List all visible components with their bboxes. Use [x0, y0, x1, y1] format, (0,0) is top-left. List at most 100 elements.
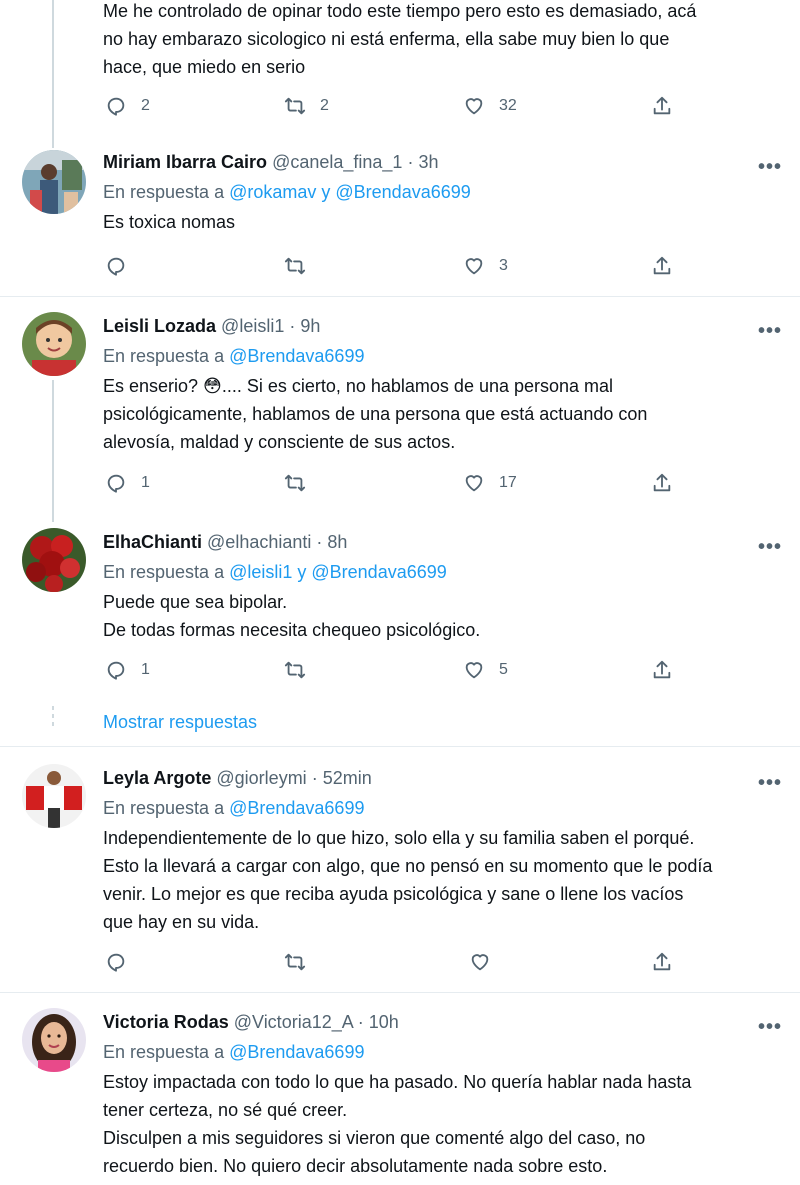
- tweet-actions: 1 17: [0, 471, 800, 495]
- reply-button[interactable]: 1: [105, 471, 150, 495]
- reply-count: 1: [141, 474, 150, 491]
- separator: ·: [407, 152, 414, 172]
- tweet-leisli[interactable]: Leisli Lozada @leisli1 · 9h ••• En respu…: [0, 312, 800, 512]
- tweet-header: Leyla Argote @giorleymi · 52min: [103, 767, 372, 789]
- show-replies-link[interactable]: Mostrar respuestas: [103, 711, 257, 733]
- separator: ·: [357, 1012, 364, 1032]
- share-button[interactable]: [651, 94, 673, 118]
- tweet-actions: 3: [0, 254, 800, 278]
- reply-mentions[interactable]: @leisli1 y @Brendava6699: [229, 562, 447, 582]
- tweet-header: ElhaChianti @elhachianti · 8h: [103, 531, 347, 553]
- share-icon: [653, 96, 671, 115]
- heart-icon: [465, 258, 483, 275]
- reply-mentions[interactable]: @rokamav y @Brendava6699: [229, 182, 471, 202]
- heart-icon: [465, 475, 483, 492]
- retweet-button[interactable]: [284, 471, 320, 495]
- retweet-icon: [284, 953, 306, 971]
- reply-mentions[interactable]: @Brendava6699: [229, 346, 364, 366]
- reply-button[interactable]: 2: [105, 94, 150, 118]
- display-name[interactable]: Leyla Argote: [103, 768, 211, 788]
- tweet-text: Es enserio? 😳.... Si es cierto, no habla…: [103, 376, 648, 452]
- separator: ·: [311, 768, 318, 788]
- timestamp[interactable]: 52min: [323, 768, 372, 788]
- avatar[interactable]: [22, 528, 86, 592]
- avatar[interactable]: [22, 764, 86, 828]
- tweet-header: Victoria Rodas @Victoria12_A · 10h: [103, 1011, 399, 1033]
- retweet-icon: [284, 257, 306, 275]
- display-name[interactable]: ElhaChianti: [103, 532, 202, 552]
- retweet-button[interactable]: 2: [284, 94, 329, 118]
- share-button[interactable]: [651, 254, 673, 278]
- like-button[interactable]: 5: [463, 658, 508, 682]
- tweet-text: Estoy impactada con todo lo que ha pasad…: [103, 1072, 692, 1176]
- reply-icon: [107, 661, 125, 680]
- like-button[interactable]: 17: [463, 471, 517, 495]
- avatar[interactable]: [22, 150, 86, 214]
- retweet-icon: [284, 474, 306, 492]
- user-handle[interactable]: @elhachianti: [207, 532, 311, 552]
- thread-dots: [52, 706, 54, 730]
- reply-icon: [107, 257, 125, 276]
- share-icon: [653, 952, 671, 971]
- avatar[interactable]: [22, 1008, 86, 1072]
- timestamp[interactable]: 3h: [418, 152, 438, 172]
- reply-icon: [107, 97, 125, 116]
- more-options-button[interactable]: •••: [758, 773, 782, 793]
- tweet-text: Independientemente de lo que hizo, solo …: [103, 828, 713, 932]
- user-handle[interactable]: @leisli1: [221, 316, 284, 336]
- user-handle[interactable]: @giorleymi: [216, 768, 306, 788]
- tweet-header: Leisli Lozada @leisli1 · 9h: [103, 315, 320, 337]
- thread-connector: [52, 380, 54, 522]
- reply-button[interactable]: 1: [105, 658, 150, 682]
- like-count: 3: [499, 257, 508, 274]
- reply-context: En respuesta a @leisli1 y @Brendava6699: [103, 562, 447, 582]
- separator: ·: [316, 532, 323, 552]
- user-handle[interactable]: @Victoria12_A: [234, 1012, 353, 1032]
- like-button[interactable]: 3: [463, 254, 508, 278]
- retweet-button[interactable]: [284, 950, 320, 974]
- reply-button[interactable]: [105, 254, 141, 278]
- like-button[interactable]: [469, 950, 505, 974]
- reply-mentions[interactable]: @Brendava6699: [229, 798, 364, 818]
- user-handle[interactable]: @canela_fina_1: [272, 152, 402, 172]
- separator: ·: [289, 316, 296, 336]
- tweet-miriam[interactable]: Miriam Ibarra Cairo @canela_fina_1 · 3h …: [0, 148, 800, 294]
- share-button[interactable]: [651, 471, 673, 495]
- share-icon: [653, 473, 671, 492]
- tweet-actions: 1 5: [0, 658, 800, 682]
- more-options-button[interactable]: •••: [758, 321, 782, 341]
- like-button[interactable]: 32: [463, 94, 517, 118]
- tweet-elhachianti[interactable]: ElhaChianti @elhachianti · 8h ••• En res…: [0, 528, 800, 698]
- like-count: 5: [499, 661, 508, 678]
- heart-icon: [465, 98, 483, 115]
- tweet-leyla[interactable]: Leyla Argote @giorleymi · 52min ••• En r…: [0, 764, 800, 990]
- more-options-button[interactable]: •••: [758, 537, 782, 557]
- share-button[interactable]: [651, 658, 673, 682]
- reply-context: En respuesta a @Brendava6699: [103, 798, 365, 818]
- avatar[interactable]: [22, 312, 86, 376]
- display-name[interactable]: Miriam Ibarra Cairo: [103, 152, 267, 172]
- more-options-button[interactable]: •••: [758, 1017, 782, 1037]
- reply-context: En respuesta a @Brendava6699: [103, 346, 365, 366]
- share-icon: [653, 256, 671, 275]
- share-button[interactable]: [651, 950, 673, 974]
- tweet-actions: 2 2 32: [0, 94, 800, 118]
- divider: [0, 746, 800, 747]
- retweet-button[interactable]: [284, 658, 320, 682]
- reply-mentions[interactable]: @Brendava6699: [229, 1042, 364, 1062]
- reply-button[interactable]: [105, 950, 141, 974]
- more-options-button[interactable]: •••: [758, 157, 782, 177]
- display-name[interactable]: Leisli Lozada: [103, 316, 216, 336]
- reply-context: En respuesta a @rokamav y @Brendava6699: [103, 182, 471, 202]
- tweet-text: Puede que sea bipolar. De todas formas n…: [103, 592, 481, 640]
- tweet-text: Me he controlado de opinar todo este tie…: [103, 1, 697, 77]
- timestamp[interactable]: 10h: [369, 1012, 399, 1032]
- tweet-victoria[interactable]: Victoria Rodas @Victoria12_A · 10h ••• E…: [0, 1008, 800, 1185]
- tweet-top[interactable]: Me he controlado de opinar todo este tie…: [0, 0, 800, 140]
- timestamp[interactable]: 8h: [327, 532, 347, 552]
- display-name[interactable]: Victoria Rodas: [103, 1012, 229, 1032]
- timestamp[interactable]: 9h: [300, 316, 320, 336]
- retweet-count: 2: [320, 97, 329, 114]
- divider: [0, 296, 800, 297]
- retweet-button[interactable]: [284, 254, 320, 278]
